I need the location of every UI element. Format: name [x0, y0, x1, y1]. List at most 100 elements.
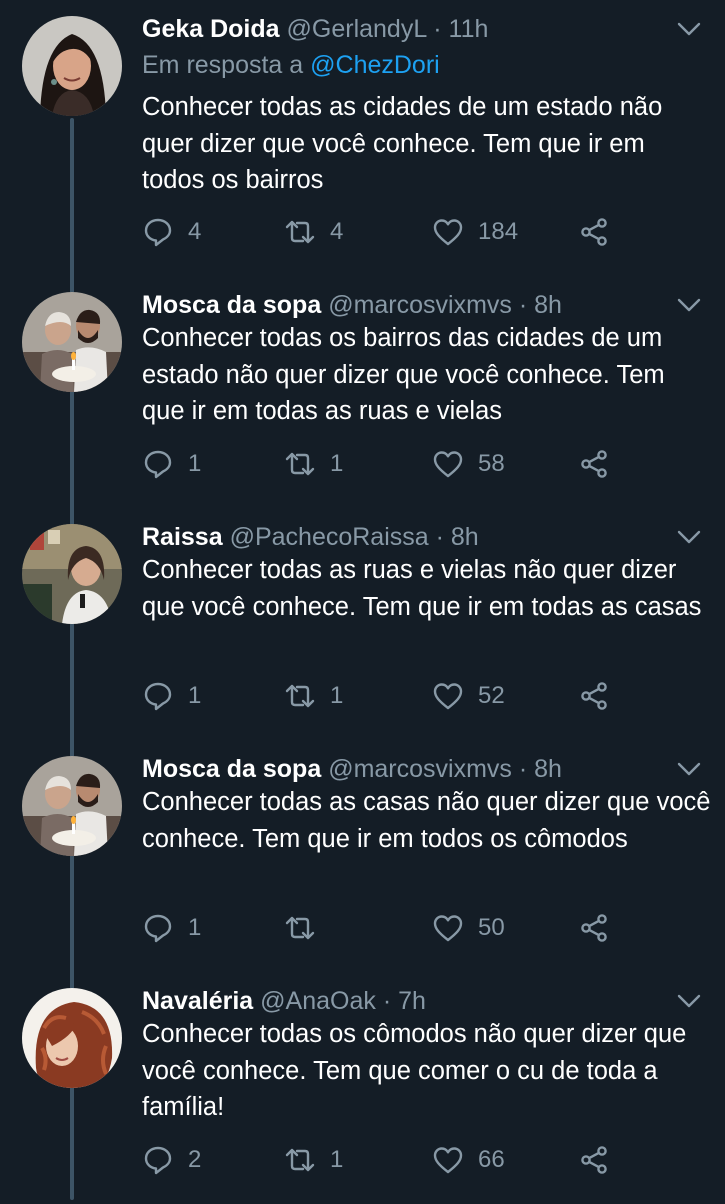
share-button[interactable]	[578, 908, 610, 948]
reply-icon	[144, 1146, 172, 1175]
reply-mention-link[interactable]: @ChezDori	[310, 51, 440, 79]
tweet-timestamp[interactable]: · 7h	[383, 987, 426, 1015]
tweet[interactable]: Navaléria @AnaOak · 7h Conhecer todas os…	[0, 972, 725, 1204]
retweet-icon	[285, 452, 315, 476]
author-handle[interactable]: @marcosvixmvs	[328, 755, 512, 783]
reply-icon	[144, 450, 172, 479]
share-button[interactable]	[578, 676, 610, 716]
share-button[interactable]	[578, 212, 610, 252]
retweet-button[interactable]: 1	[284, 676, 343, 716]
avatar-photo	[22, 16, 122, 116]
avatar[interactable]	[22, 292, 122, 392]
author-name[interactable]: Mosca da sopa	[142, 291, 321, 319]
avatar-photo	[22, 756, 122, 856]
retweet-button[interactable]	[284, 908, 330, 948]
author-handle[interactable]: @GerlandyL	[287, 15, 427, 43]
avatar-photo	[22, 524, 122, 624]
author-handle[interactable]: @PachecoRaissa	[230, 523, 429, 551]
tweet-header: Raissa @PachecoRaissa · 8h	[142, 520, 672, 554]
author-name[interactable]: Geka Doida	[142, 15, 280, 43]
share-button[interactable]	[578, 444, 610, 484]
tweet-header: Navaléria @AnaOak · 7h	[142, 984, 672, 1018]
tweet-timestamp[interactable]: · 8h	[436, 523, 479, 551]
heart-icon	[433, 451, 463, 478]
retweet-button[interactable]: 1	[284, 1140, 343, 1180]
tweet-actions: 4 4 184	[142, 212, 712, 252]
tweet-timestamp[interactable]: · 11h	[433, 15, 488, 43]
reply-button[interactable]: 2	[142, 1140, 201, 1180]
author-name[interactable]: Navaléria	[142, 987, 253, 1015]
heart-icon	[433, 915, 463, 942]
heart-icon	[433, 683, 463, 710]
tweet-actions: 1 1 52	[142, 676, 712, 716]
chevron-down-icon[interactable]	[676, 528, 702, 546]
tweet-timestamp[interactable]: · 8h	[519, 291, 562, 319]
like-button[interactable]: 58	[432, 444, 505, 484]
author-name[interactable]: Mosca da sopa	[142, 755, 321, 783]
reply-button[interactable]: 4	[142, 212, 201, 252]
tweet-header: Mosca da sopa @marcosvixmvs · 8h	[142, 752, 672, 786]
author-handle[interactable]: @marcosvixmvs	[328, 291, 512, 319]
reply-button[interactable]: 1	[142, 676, 201, 716]
author-name[interactable]: Raissa	[142, 523, 223, 551]
like-count: 184	[478, 218, 519, 245]
tweet-actions: 2 1 66	[142, 1140, 712, 1180]
reply-count: 1	[188, 450, 202, 477]
tweet-header: Geka Doida @GerlandyL · 11h	[142, 12, 672, 46]
chevron-down-icon[interactable]	[676, 760, 702, 778]
reply-count: 1	[188, 914, 202, 941]
tweet[interactable]: Mosca da sopa @marcosvixmvs · 8h Conhece…	[0, 740, 725, 972]
reply-icon	[144, 914, 172, 943]
retweet-icon	[285, 916, 315, 940]
like-button[interactable]: 50	[432, 908, 505, 948]
avatar[interactable]	[22, 988, 122, 1088]
retweet-icon	[285, 220, 315, 244]
tweet-text: Conhecer todas os bairros das cidades de…	[142, 324, 665, 425]
retweet-icon	[285, 1148, 315, 1172]
chevron-down-icon[interactable]	[676, 992, 702, 1010]
reply-count: 2	[188, 1146, 202, 1173]
heart-icon	[433, 219, 463, 246]
share-icon	[581, 914, 607, 942]
reply-icon	[144, 218, 172, 247]
tweet[interactable]: Mosca da sopa @marcosvixmvs · 8h Conhece…	[0, 276, 725, 508]
like-count: 50	[478, 914, 505, 941]
reply-button[interactable]: 1	[142, 444, 201, 484]
share-icon	[581, 218, 607, 246]
retweet-button[interactable]: 4	[284, 212, 343, 252]
like-button[interactable]: 66	[432, 1140, 505, 1180]
like-count: 52	[478, 682, 505, 709]
author-handle[interactable]: @AnaOak	[260, 987, 376, 1015]
like-button[interactable]: 184	[432, 212, 518, 252]
avatar[interactable]	[22, 16, 122, 116]
tweet[interactable]: Raissa @PachecoRaissa · 8h Conhecer toda…	[0, 508, 725, 740]
retweet-icon	[285, 684, 315, 708]
like-count: 66	[478, 1146, 505, 1173]
chevron-down-icon[interactable]	[676, 20, 702, 38]
tweet[interactable]: Geka Doida @GerlandyL · 11h Em resposta …	[0, 0, 725, 247]
share-button[interactable]	[578, 1140, 610, 1180]
retweet-count: 4	[330, 218, 344, 245]
share-icon	[581, 450, 607, 478]
tweet-header: Mosca da sopa @marcosvixmvs · 8h	[142, 288, 672, 322]
avatar[interactable]	[22, 524, 122, 624]
reply-prefix: Em resposta a	[142, 51, 304, 79]
retweet-button[interactable]: 1	[284, 444, 343, 484]
retweet-count: 1	[330, 1146, 344, 1173]
chevron-down-icon[interactable]	[676, 296, 702, 314]
tweet-text: Conhecer todas as ruas e vielas não quer…	[142, 556, 702, 621]
reply-button[interactable]: 1	[142, 908, 201, 948]
like-button[interactable]: 52	[432, 676, 505, 716]
avatar[interactable]	[22, 756, 122, 856]
retweet-count: 1	[330, 682, 344, 709]
avatar-photo	[22, 988, 122, 1088]
share-icon	[581, 682, 607, 710]
tweet-timestamp[interactable]: · 8h	[519, 755, 562, 783]
tweet-text: Conhecer todas as casas não quer dizer q…	[142, 788, 711, 853]
tweet-text: Conhecer todas os cômodos não quer dizer…	[142, 1020, 687, 1121]
heart-icon	[433, 1147, 463, 1174]
reply-count: 1	[188, 682, 202, 709]
reply-context: Em resposta a @ChezDori	[142, 48, 440, 82]
share-icon	[581, 1146, 607, 1174]
reply-count: 4	[188, 218, 202, 245]
